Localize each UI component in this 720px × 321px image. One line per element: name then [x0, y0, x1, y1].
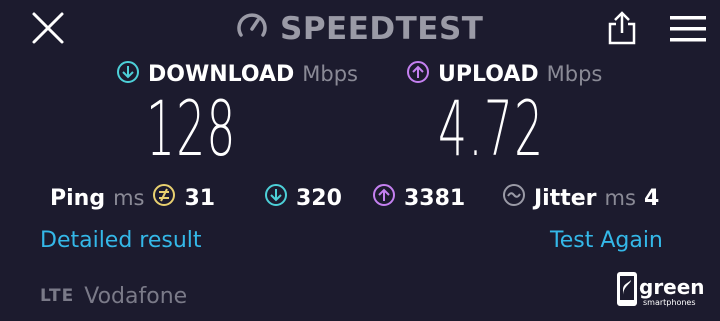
download-unit: Mbps [302, 62, 359, 86]
jitter-value: 4 [643, 185, 660, 211]
download-label: DOWNLOAD [148, 61, 295, 87]
upload-latency-stat: 3381 [372, 180, 465, 216]
green-smartphones-logo: green smartphones [614, 268, 712, 314]
ping-unit: ms [113, 186, 145, 210]
download-latency-icon [264, 183, 288, 213]
upload-label: UPLOAD [438, 61, 539, 87]
network-type: LTE [40, 286, 75, 306]
upload-latency-icon [372, 183, 396, 213]
upload-latency-value: 3381 [404, 185, 466, 211]
share-icon[interactable] [604, 10, 640, 46]
jitter-label: Jitter [534, 185, 597, 211]
download-arrow-icon [116, 60, 140, 88]
network-info: LTE Vodafone [40, 281, 187, 311]
gauge-icon [236, 11, 268, 47]
title-text: SPEEDTEST [280, 11, 484, 47]
app-title: SPEEDTEST [236, 9, 483, 49]
ping-label: Ping [50, 185, 106, 211]
ping-value: 31 [184, 185, 216, 211]
upload-arrow-icon [406, 60, 430, 88]
download-value: 128 [146, 84, 237, 173]
svg-text:green: green [639, 275, 705, 299]
upload-value: 4.72 [438, 84, 545, 173]
ping-stat: Ping ms 31 [50, 180, 215, 216]
menu-icon[interactable] [668, 14, 708, 44]
close-icon[interactable] [30, 10, 66, 46]
jitter-stat: Jitter ms 4 [502, 180, 659, 216]
ping-icon [152, 183, 176, 213]
jitter-unit: ms [604, 186, 636, 210]
test-again-button[interactable]: Test Again [550, 228, 663, 262]
download-latency-stat: 320 [264, 180, 342, 216]
upload-unit: Mbps [546, 62, 603, 86]
jitter-icon [502, 183, 526, 213]
carrier-name: Vodafone [84, 283, 188, 309]
svg-text:smartphones: smartphones [643, 298, 696, 307]
download-latency-value: 320 [296, 185, 342, 211]
detailed-result-link[interactable]: Detailed result [40, 228, 202, 262]
